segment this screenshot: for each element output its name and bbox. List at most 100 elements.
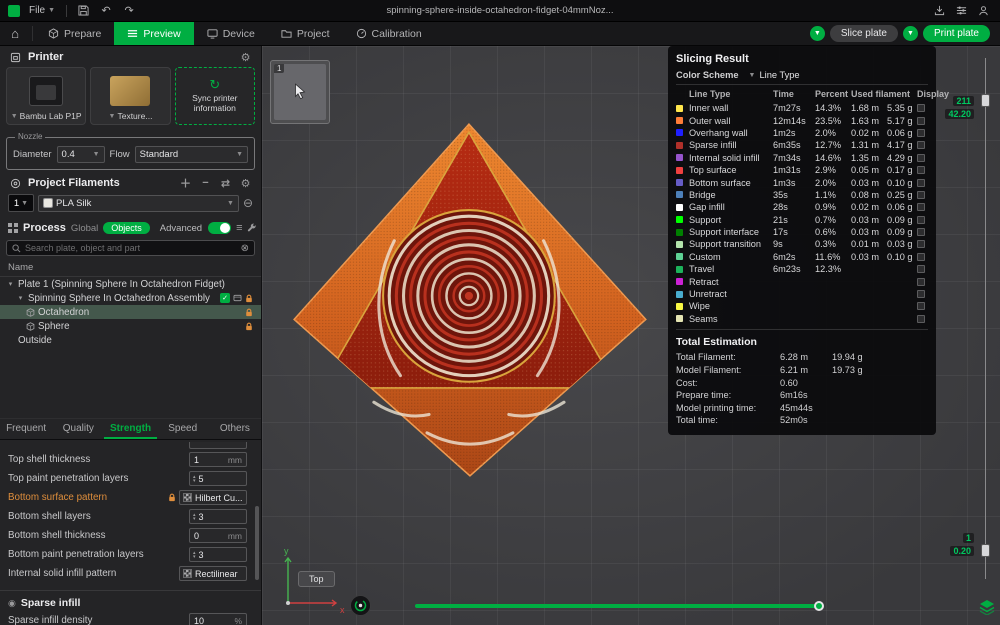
layer-slider-top-handle[interactable]: [981, 94, 990, 107]
param-tab-frequent[interactable]: Frequent: [0, 419, 52, 439]
display-checkbox[interactable]: [917, 265, 925, 273]
redo-icon[interactable]: ↷: [120, 3, 138, 19]
display-checkbox[interactable]: [917, 278, 925, 286]
color-scheme-select[interactable]: ▼Line Type: [749, 70, 800, 80]
settings-sliders-icon[interactable]: [952, 3, 970, 19]
slice-plate-dropdown-icon[interactable]: ▼: [810, 26, 825, 41]
tab-device[interactable]: Device: [194, 22, 268, 45]
tree-item-outside[interactable]: Outside: [0, 333, 261, 347]
advanced-toggle[interactable]: [208, 222, 231, 234]
display-checkbox[interactable]: [917, 166, 925, 174]
tree-item-spinning-sphere-in-octahedron-asse[interactable]: ▾Spinning Sphere In Octahedron Assembly✓: [0, 291, 261, 305]
diameter-select[interactable]: 0.4▼: [57, 146, 105, 163]
expander-icon[interactable]: ▾: [6, 280, 15, 288]
tab-preview[interactable]: Preview: [114, 22, 193, 45]
search-input[interactable]: [25, 243, 237, 253]
layer-slider-bottom-handle[interactable]: [981, 544, 990, 557]
global-toggle[interactable]: Global: [71, 223, 98, 234]
display-checkbox[interactable]: [917, 117, 925, 125]
lock-icon[interactable]: [245, 294, 253, 303]
filament-settings-gear-icon[interactable]: ⚙: [238, 176, 253, 190]
setting-input[interactable]: 1mm: [189, 452, 247, 467]
save-icon[interactable]: [74, 3, 92, 19]
display-checkbox[interactable]: [917, 154, 925, 162]
display-checkbox[interactable]: [917, 253, 925, 261]
display-checkbox[interactable]: [917, 290, 925, 298]
tree-item-plate-1-spinning-sphere-in-octahed[interactable]: ▾Plate 1 (Spinning Sphere In Octahedron …: [0, 277, 261, 291]
lock-icon[interactable]: [245, 308, 253, 317]
file-menu[interactable]: File▼: [25, 3, 59, 18]
display-checkbox[interactable]: [917, 203, 925, 211]
printer-card[interactable]: ▼Bambu Lab P1P: [6, 67, 86, 125]
spinner-arrows-icon[interactable]: ▴▾: [193, 475, 196, 483]
display-checkbox[interactable]: [917, 216, 925, 224]
settings-scrollbar[interactable]: [255, 506, 259, 580]
clear-search-icon[interactable]: ⊗: [241, 243, 249, 254]
line-type-table: Inner wall7m27s14.3%1.68 m5.35 gOuter wa…: [676, 102, 928, 325]
filament-slot[interactable]: 1▼: [8, 194, 34, 212]
expander-icon[interactable]: ▾: [16, 294, 25, 302]
build-plate-card[interactable]: ▼Texture...: [90, 67, 170, 125]
display-checkbox[interactable]: [917, 240, 925, 248]
tab-calibration[interactable]: Calibration: [343, 22, 435, 45]
display-checkbox[interactable]: [917, 129, 925, 137]
tab-project[interactable]: Project: [268, 22, 343, 45]
visibility-checkbox[interactable]: ✓: [220, 293, 230, 303]
undo-icon[interactable]: ↶: [97, 3, 115, 19]
move-slider-handle[interactable]: [814, 601, 824, 611]
param-list-icon[interactable]: ≡: [236, 221, 242, 235]
tree-item-sphere[interactable]: Sphere: [0, 319, 261, 333]
layer-slider-track[interactable]: [985, 58, 986, 579]
pattern-swatch-icon: [183, 569, 192, 578]
param-tab-speed[interactable]: Speed: [157, 419, 209, 439]
setting-pattern-select[interactable]: Hilbert Cu...: [179, 490, 247, 505]
print-plate-button[interactable]: Print plate: [923, 25, 990, 42]
printer-settings-gear-icon[interactable]: ⚙: [238, 50, 253, 64]
user-icon[interactable]: [974, 3, 992, 19]
filament-type-select[interactable]: PLA Silk▼: [38, 195, 239, 212]
chevron-down-icon[interactable]: ▼: [109, 113, 116, 120]
import-icon[interactable]: [930, 3, 948, 19]
preview-viewport[interactable]: 1: [262, 46, 1000, 625]
flow-select[interactable]: Standard▼: [135, 146, 248, 163]
print-plate-dropdown-icon[interactable]: ▼: [903, 26, 918, 41]
spinner-arrows-icon[interactable]: ▴▾: [193, 513, 196, 521]
display-checkbox[interactable]: [917, 104, 925, 112]
display-checkbox[interactable]: [917, 228, 925, 236]
layers-icon[interactable]: [979, 600, 995, 615]
add-filament-icon[interactable]: ＋: [178, 176, 193, 190]
display-checkbox[interactable]: [917, 191, 925, 199]
home-icon[interactable]: ⌂: [0, 22, 30, 45]
setting-input[interactable]: 0mm: [189, 528, 247, 543]
slice-plate-button[interactable]: Slice plate: [830, 25, 898, 42]
wrench-icon[interactable]: [247, 221, 257, 235]
setting-pattern-select[interactable]: Rectilinear: [179, 566, 247, 581]
setting-spinner[interactable]: ▴▾5: [189, 471, 247, 486]
plate-thumbnail[interactable]: 1: [270, 60, 330, 124]
swap-filament-icon[interactable]: ⇄: [218, 176, 233, 190]
display-checkbox[interactable]: [917, 179, 925, 187]
lock-icon[interactable]: [245, 322, 253, 331]
assistant-icon[interactable]: [350, 595, 371, 616]
display-checkbox[interactable]: [917, 302, 925, 310]
remove-filament-icon[interactable]: −: [198, 176, 213, 190]
remove-circle-icon[interactable]: ⊖: [243, 196, 253, 210]
tab-prepare[interactable]: Prepare: [35, 22, 114, 45]
setting-spinner[interactable]: ▴▾3: [189, 547, 247, 562]
lock-icon[interactable]: [168, 493, 176, 502]
move-slider-track[interactable]: [415, 604, 819, 608]
model-octahedron-sliced-top-view[interactable]: [288, 120, 656, 480]
param-tab-quality[interactable]: Quality: [52, 419, 104, 439]
display-checkbox[interactable]: [917, 141, 925, 149]
chevron-down-icon[interactable]: ▼: [11, 113, 18, 120]
spinner-arrows-icon[interactable]: ▴▾: [193, 551, 196, 559]
sync-printer-card[interactable]: ↻ Sync printer information: [175, 67, 255, 125]
display-checkbox[interactable]: [917, 315, 925, 323]
tree-item-octahedron[interactable]: Octahedron: [0, 305, 261, 319]
divider: [32, 26, 33, 41]
objects-toggle[interactable]: Objects: [103, 222, 150, 234]
param-tab-strength[interactable]: Strength: [104, 419, 156, 439]
setting-input[interactable]: 10%: [189, 613, 247, 625]
setting-spinner[interactable]: ▴▾3: [189, 509, 247, 524]
param-tab-others[interactable]: Others: [209, 419, 261, 439]
